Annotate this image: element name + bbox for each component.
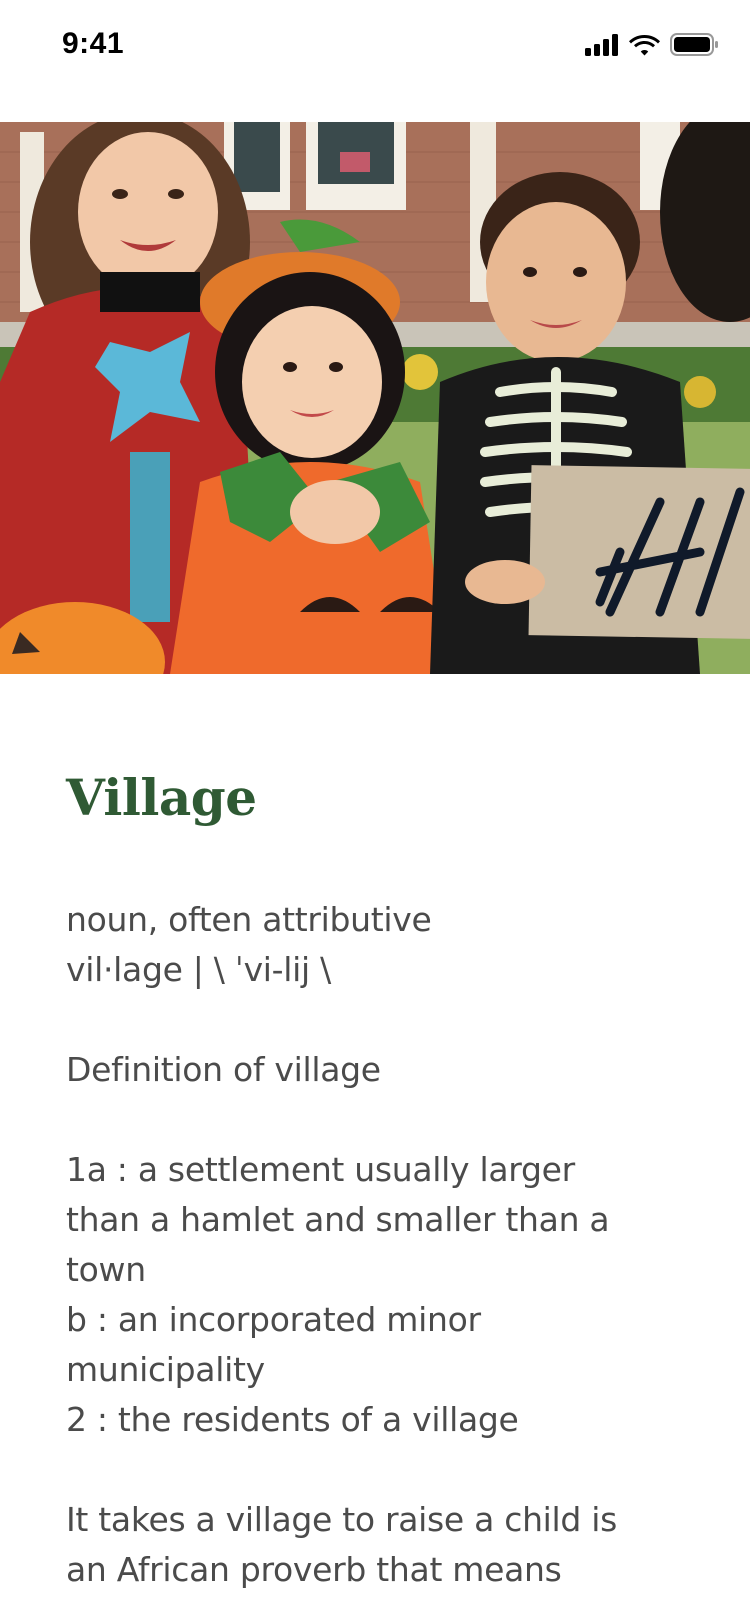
pronunciation: vil·lage | \ ˈvi-lij \ (66, 950, 331, 989)
battery-icon (670, 33, 718, 60)
hero-photo (0, 122, 750, 674)
kids-costume-illustration (0, 122, 750, 674)
definition-line: 2 : the residents of a village (66, 1400, 519, 1439)
proverb-line: an African proverb that means (66, 1550, 562, 1589)
definition-heading: Definition of village (66, 1050, 381, 1089)
status-bar: 9:41 (0, 0, 750, 92)
status-time: 9:41 (62, 27, 125, 60)
word-info: noun, often attributive vil·lage | \ ˈvi… (66, 895, 696, 995)
definition-line: 1a : a settlement usually larger (66, 1150, 575, 1189)
proverb-line: It takes a village to raise a child is (66, 1500, 618, 1539)
definition-line: town (66, 1250, 146, 1289)
part-of-speech: noun, often attributive (66, 900, 432, 939)
definition-line: municipality (66, 1350, 265, 1389)
definition-line: b : an incorporated minor (66, 1300, 481, 1339)
article-title: Village (66, 768, 257, 827)
definition-list: 1a : a settlement usually larger than a … (66, 1145, 696, 1445)
proverb-paragraph: It takes a village to raise a child is a… (66, 1495, 696, 1595)
wifi-icon (629, 34, 660, 60)
article: Village noun, often attributive vil·lage… (66, 770, 696, 1595)
definition-line: than a hamlet and smaller than a (66, 1200, 610, 1239)
status-icons (585, 33, 718, 60)
cellular-signal-icon (585, 33, 619, 60)
